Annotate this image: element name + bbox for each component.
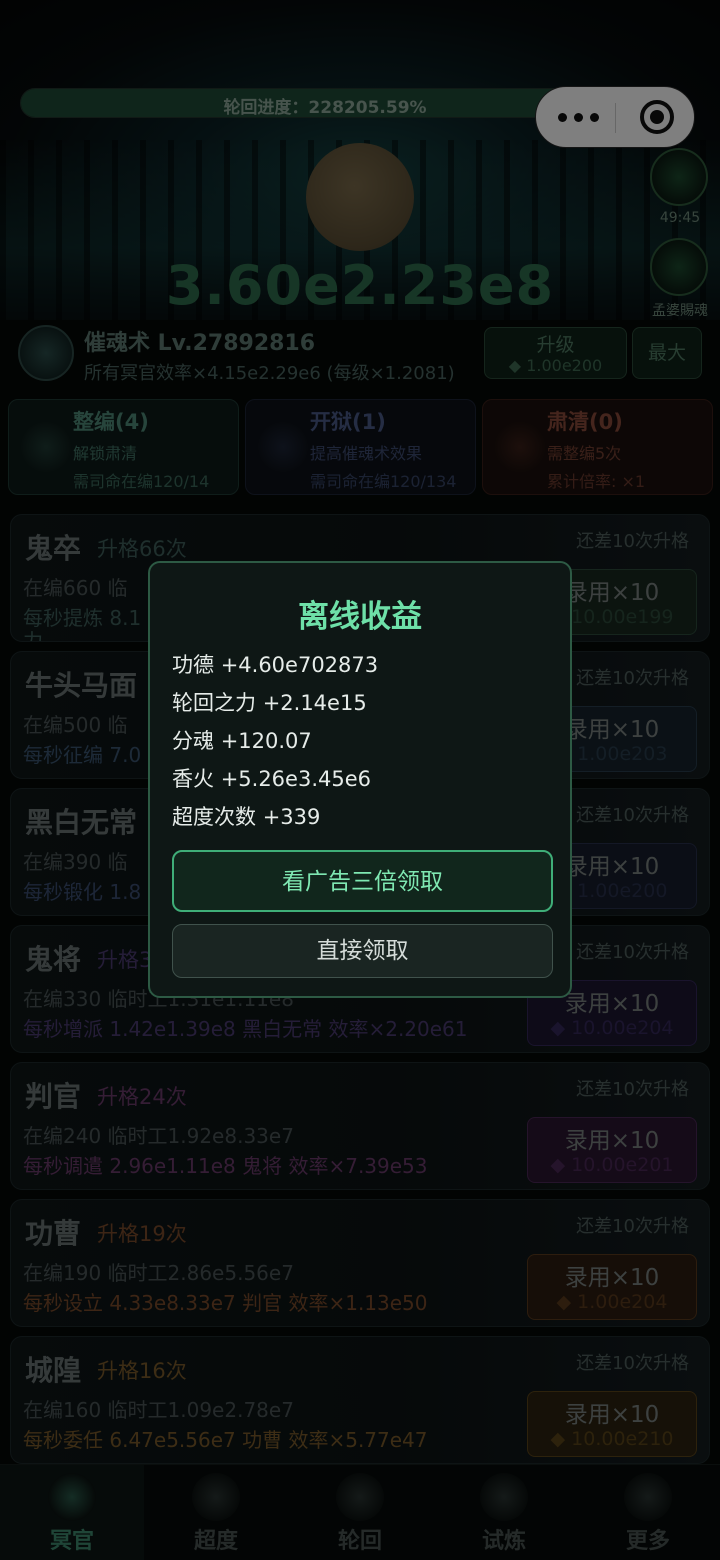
earning-label: 分魂: [172, 729, 214, 753]
modal-overlay[interactable]: 离线收益 功德 +4.60e702873 轮回之力 +2.14e15 分魂 +120…: [0, 0, 720, 1560]
earning-row: 香火 +5.26e3.45e6: [172, 763, 371, 793]
earning-value: +2.14e15: [262, 691, 367, 715]
earning-value: +5.26e3.45e6: [220, 767, 371, 791]
earning-label: 功德: [172, 653, 214, 677]
earning-value: +4.60e702873: [220, 653, 379, 677]
earning-row: 功德 +4.60e702873: [172, 649, 378, 679]
offline-earnings-dialog: 离线收益 功德 +4.60e702873 轮回之力 +2.14e15 分魂 +120…: [148, 561, 572, 998]
earning-label: 香火: [172, 767, 214, 791]
direct-claim-button[interactable]: 直接领取: [172, 924, 553, 978]
earning-row: 分魂 +120.07: [172, 725, 312, 755]
earning-row: 轮回之力 +2.14e15: [172, 687, 367, 717]
earning-label: 轮回之力: [172, 691, 256, 715]
earning-value: +120.07: [220, 729, 312, 753]
earning-label: 超度次数: [172, 805, 256, 829]
earning-row: 超度次数 +339: [172, 801, 320, 831]
watch-ad-triple-claim-button[interactable]: 看广告三倍领取: [172, 850, 553, 912]
earning-value: +339: [262, 805, 321, 829]
dialog-title: 离线收益: [298, 599, 422, 635]
